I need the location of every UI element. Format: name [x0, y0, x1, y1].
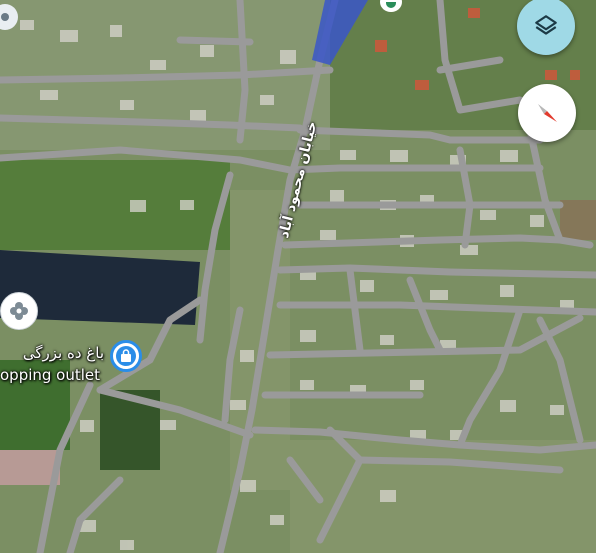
compass-button[interactable]	[518, 84, 576, 142]
pin-marker	[386, 2, 396, 8]
flower-pin[interactable]	[0, 292, 38, 330]
layers-icon	[535, 15, 557, 35]
satellite-map[interactable]	[0, 0, 596, 553]
flower-pin-icon	[10, 302, 28, 320]
poi-name-fa[interactable]: باغ ده بزرگی	[0, 344, 104, 362]
pin-dot	[1, 13, 9, 21]
poi-name-en[interactable]: opping outlet	[0, 366, 100, 384]
shopping-pin[interactable]	[110, 340, 142, 372]
shopping-bag-icon	[116, 346, 136, 366]
compass-icon	[538, 104, 557, 122]
